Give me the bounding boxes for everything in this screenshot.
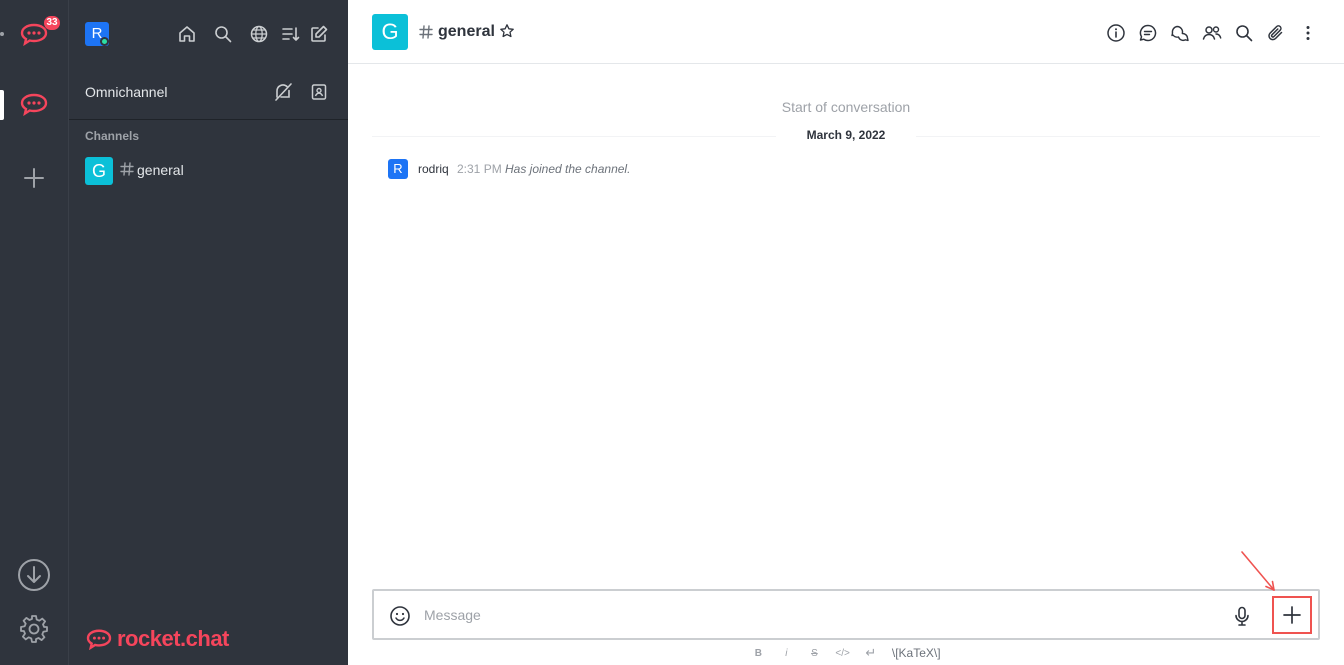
server-indicator-dot bbox=[0, 32, 4, 36]
multiline-button[interactable]: ↵ bbox=[864, 645, 878, 660]
room-main: G general Start of conversation March 9,… bbox=[348, 0, 1344, 665]
room-header-avatar: G bbox=[372, 14, 408, 50]
room-info-button[interactable] bbox=[1105, 22, 1127, 44]
channels-section-title: Channels bbox=[85, 129, 140, 143]
message-avatar[interactable]: R bbox=[388, 159, 408, 179]
microphone-icon bbox=[1235, 606, 1249, 626]
search-messages-icon bbox=[1236, 25, 1253, 42]
favorite-star-icon[interactable] bbox=[499, 23, 515, 39]
room-info-icon bbox=[1107, 24, 1125, 42]
room-title: general bbox=[438, 23, 495, 40]
emoji-icon bbox=[390, 606, 410, 626]
code-button[interactable]: </> bbox=[835, 646, 849, 660]
contact-center-button[interactable] bbox=[307, 80, 331, 104]
threads-icon bbox=[1171, 25, 1189, 42]
create-new-in-composer-button[interactable] bbox=[1272, 596, 1312, 634]
room-header: G general bbox=[348, 0, 1344, 64]
discussion-button[interactable] bbox=[1137, 22, 1159, 44]
create-new-icon bbox=[311, 25, 328, 42]
download-icon bbox=[18, 559, 50, 591]
download-button[interactable] bbox=[14, 555, 54, 595]
settings-button[interactable] bbox=[14, 609, 54, 649]
katex-button[interactable]: \[KaTeX\] bbox=[892, 646, 941, 660]
search-icon bbox=[215, 26, 232, 43]
channel-hash-icon bbox=[419, 25, 433, 39]
omnichannel-label: Omnichannel bbox=[85, 84, 168, 100]
add-server-button[interactable] bbox=[14, 158, 54, 198]
omnichannel-availability-button[interactable] bbox=[271, 80, 295, 104]
sidebar-header: R bbox=[69, 0, 349, 64]
directory-button[interactable] bbox=[247, 22, 271, 46]
date-divider-label: March 9, 2022 bbox=[776, 128, 916, 142]
members-button[interactable] bbox=[1201, 22, 1223, 44]
rocket-chat-server-active-icon bbox=[20, 93, 48, 116]
search-button[interactable] bbox=[211, 22, 235, 46]
sidebar: R Omnichannel Channels G general rocket.… bbox=[68, 0, 349, 665]
settings-gear-icon bbox=[20, 615, 48, 643]
message-input[interactable] bbox=[424, 601, 1204, 629]
active-server-indicator bbox=[0, 90, 4, 120]
directory-globe-icon bbox=[250, 25, 268, 43]
omnichannel-section: Omnichannel bbox=[69, 64, 349, 120]
threads-button[interactable] bbox=[1169, 22, 1191, 44]
message-timestamp: 2:31 PM bbox=[457, 162, 502, 176]
message-composer bbox=[372, 589, 1320, 640]
brand-wordmark: rocket.chat bbox=[117, 626, 229, 651]
kebab-menu-icon bbox=[1306, 26, 1310, 40]
members-icon bbox=[1202, 26, 1222, 40]
add-server-icon bbox=[24, 168, 44, 188]
sidebar-item-label: general bbox=[137, 162, 184, 178]
sort-button[interactable] bbox=[279, 22, 303, 46]
message-username[interactable]: rodriq bbox=[418, 162, 449, 176]
discussion-icon bbox=[1139, 24, 1157, 42]
home-button[interactable] bbox=[175, 22, 199, 46]
rocket-chat-logo-icon bbox=[86, 629, 112, 650]
server-rail: 33 bbox=[0, 0, 68, 665]
audio-message-button[interactable] bbox=[1231, 605, 1253, 627]
plus-icon bbox=[1283, 606, 1301, 624]
sort-icon bbox=[282, 27, 300, 41]
contact-center-icon bbox=[311, 84, 327, 100]
start-of-conversation: Start of conversation bbox=[781, 99, 911, 115]
create-new-button[interactable] bbox=[307, 22, 331, 46]
room-avatar: G bbox=[85, 157, 113, 185]
files-button[interactable] bbox=[1265, 22, 1287, 44]
search-messages-button[interactable] bbox=[1233, 22, 1255, 44]
formatting-toolbar: B i S </> ↵ \[KaTeX\] bbox=[348, 645, 1344, 661]
emoji-button[interactable] bbox=[389, 605, 411, 627]
rocket-chat-logo: rocket.chat bbox=[85, 626, 229, 652]
omnichannel-unavailable-icon bbox=[275, 83, 292, 101]
rocket-chat-server-active-button[interactable] bbox=[14, 84, 54, 124]
channel-hash-icon bbox=[120, 162, 134, 176]
strike-button[interactable]: S bbox=[807, 646, 821, 660]
message-text: Has joined the channel. bbox=[505, 162, 631, 176]
files-icon bbox=[1268, 25, 1283, 41]
user-status-indicator bbox=[100, 37, 109, 46]
kebab-menu-button[interactable] bbox=[1297, 22, 1319, 44]
annotation-arrow-icon bbox=[1241, 551, 1275, 591]
sidebar-item-general[interactable]: G general bbox=[69, 154, 349, 186]
home-icon bbox=[179, 26, 195, 42]
italic-button[interactable]: i bbox=[779, 646, 793, 660]
bold-button[interactable]: B bbox=[751, 646, 765, 660]
notification-badge: 33 bbox=[44, 16, 60, 30]
